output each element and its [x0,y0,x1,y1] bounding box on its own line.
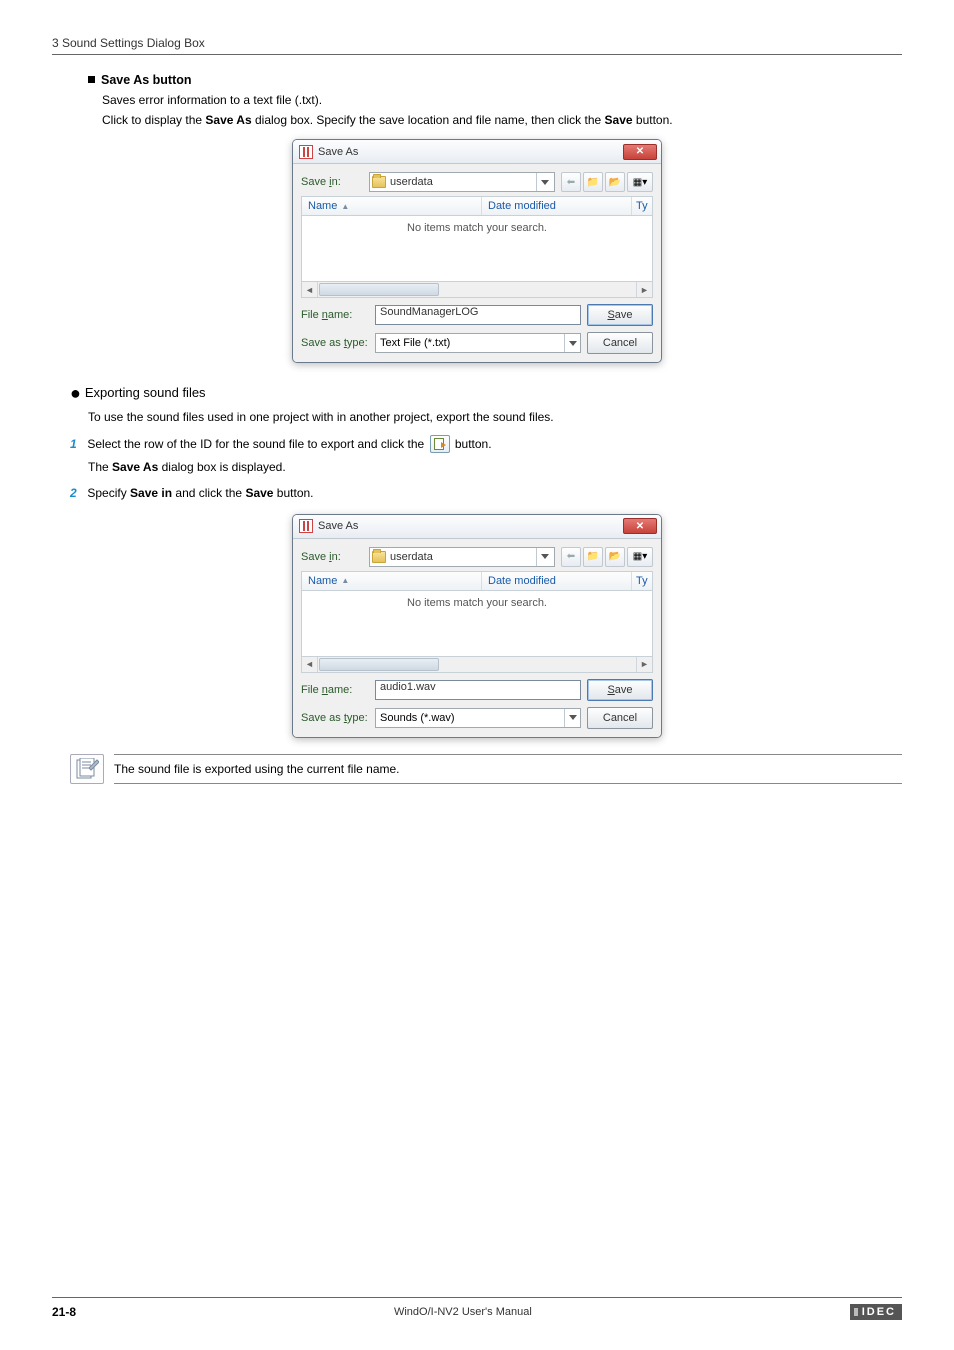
paragraph: To use the sound files used in one proje… [88,408,902,427]
save-in-combo[interactable]: userdata [369,172,555,192]
dialog-toolbar: ⬅ 📁 📂 ▦▾ [561,172,653,192]
close-button[interactable]: ✕ [623,144,657,160]
brand-badge: IDEC [850,1304,902,1320]
save-in-label: Save in: [301,176,369,188]
file-list-empty: No items match your search. [301,216,653,282]
dialog-titlebar: Save As ✕ [293,515,661,539]
save-as-type-label: Save as type: [301,337,369,349]
step-2: 2 Specify Save in and click the Save but… [70,484,902,503]
step-number: 2 [70,484,84,503]
save-as-type-label: Save as type: [301,712,369,724]
chevron-down-icon[interactable] [536,173,552,191]
column-type[interactable]: Ty [632,197,652,215]
page-number: 21-8 [52,1305,76,1319]
step-1: 1 Select the row of the ID for the sound… [70,435,902,454]
chevron-down-icon[interactable] [536,548,552,566]
views-icon[interactable]: ▦▾ [627,547,653,567]
close-button[interactable]: ✕ [623,518,657,534]
running-header: 3 Sound Settings Dialog Box [52,36,902,55]
chevron-down-icon[interactable] [564,334,580,352]
step-number: 1 [70,435,84,454]
save-in-value: userdata [390,176,433,188]
scroll-thumb[interactable] [319,283,439,296]
file-name-label: File name: [301,684,369,696]
heading-exporting-sound-files: ●Exporting sound files [70,383,902,404]
app-icon [299,519,313,533]
back-icon[interactable]: ⬅ [561,547,581,567]
file-name-label: File name: [301,309,369,321]
dialog-title: Save As [318,146,358,158]
paragraph: Saves error information to a text file (… [102,91,902,109]
save-as-type-combo[interactable]: Sounds (*.wav) [375,708,581,728]
file-list-header: Name▲ Date modified Ty [301,196,653,216]
column-date-modified[interactable]: Date modified [482,572,632,590]
column-name[interactable]: Name▲ [302,197,482,215]
cancel-button[interactable]: Cancel [587,707,653,729]
save-in-label: Save in: [301,551,369,563]
sort-asc-icon: ▲ [341,576,349,585]
up-one-level-icon[interactable]: 📁 [583,172,603,192]
file-list-header: Name▲ Date modified Ty [301,571,653,591]
scroll-right-icon[interactable]: ► [636,657,652,672]
horizontal-scrollbar[interactable]: ◄ ► [301,657,653,673]
page-footer: 21-8 WindO/I-NV2 User's Manual IDEC [52,1297,902,1320]
note-block: The sound file is exported using the cur… [70,754,902,784]
export-icon [430,435,450,453]
save-in-value: userdata [390,551,433,563]
scroll-thumb[interactable] [319,658,439,671]
back-icon[interactable]: ⬅ [561,172,581,192]
note-text: The sound file is exported using the cur… [114,754,902,784]
manual-title: WindO/I-NV2 User's Manual [76,1306,850,1318]
horizontal-scrollbar[interactable]: ◄ ► [301,282,653,298]
file-list-empty: No items match your search. [301,591,653,657]
new-folder-icon[interactable]: 📂 [605,172,625,192]
app-icon [299,145,313,159]
new-folder-icon[interactable]: 📂 [605,547,625,567]
column-name[interactable]: Name▲ [302,572,482,590]
column-date-modified[interactable]: Date modified [482,197,632,215]
save-as-dialog-1: Save As ✕ Save in: Save in: userdata ⬅ 📁… [292,139,662,363]
save-button[interactable]: Save [587,679,653,701]
square-bullet-icon [88,76,95,83]
dialog-titlebar: Save As ✕ [293,140,661,164]
scroll-left-icon[interactable]: ◄ [302,282,318,297]
save-as-type-combo[interactable]: Text File (*.txt) [375,333,581,353]
folder-icon [372,551,386,563]
folder-icon [372,176,386,188]
up-one-level-icon[interactable]: 📁 [583,547,603,567]
save-button[interactable]: Save [587,304,653,326]
scroll-left-icon[interactable]: ◄ [302,657,318,672]
note-icon [70,754,104,784]
heading-text: Save As button [101,73,192,87]
paragraph: Click to display the Save As dialog box.… [102,111,902,129]
dialog-title: Save As [318,520,358,532]
save-as-dialog-2: Save As ✕ Save in: userdata ⬅ 📁 📂 ▦▾ Nam… [292,514,662,738]
scroll-right-icon[interactable]: ► [636,282,652,297]
file-name-input[interactable]: audio1.wav [375,680,581,700]
file-name-input[interactable]: SoundManagerLOG [375,305,581,325]
step-1-result: The Save As dialog box is displayed. [88,458,902,477]
views-icon[interactable]: ▦▾ [627,172,653,192]
save-in-combo[interactable]: userdata [369,547,555,567]
dot-bullet-icon: ● [70,383,81,403]
cancel-button[interactable]: Cancel [587,332,653,354]
sort-asc-icon: ▲ [341,202,349,211]
dialog-toolbar: ⬅ 📁 📂 ▦▾ [561,547,653,567]
heading-save-as-button: Save As button [88,73,902,87]
chevron-down-icon[interactable] [564,709,580,727]
column-type[interactable]: Ty [632,572,652,590]
